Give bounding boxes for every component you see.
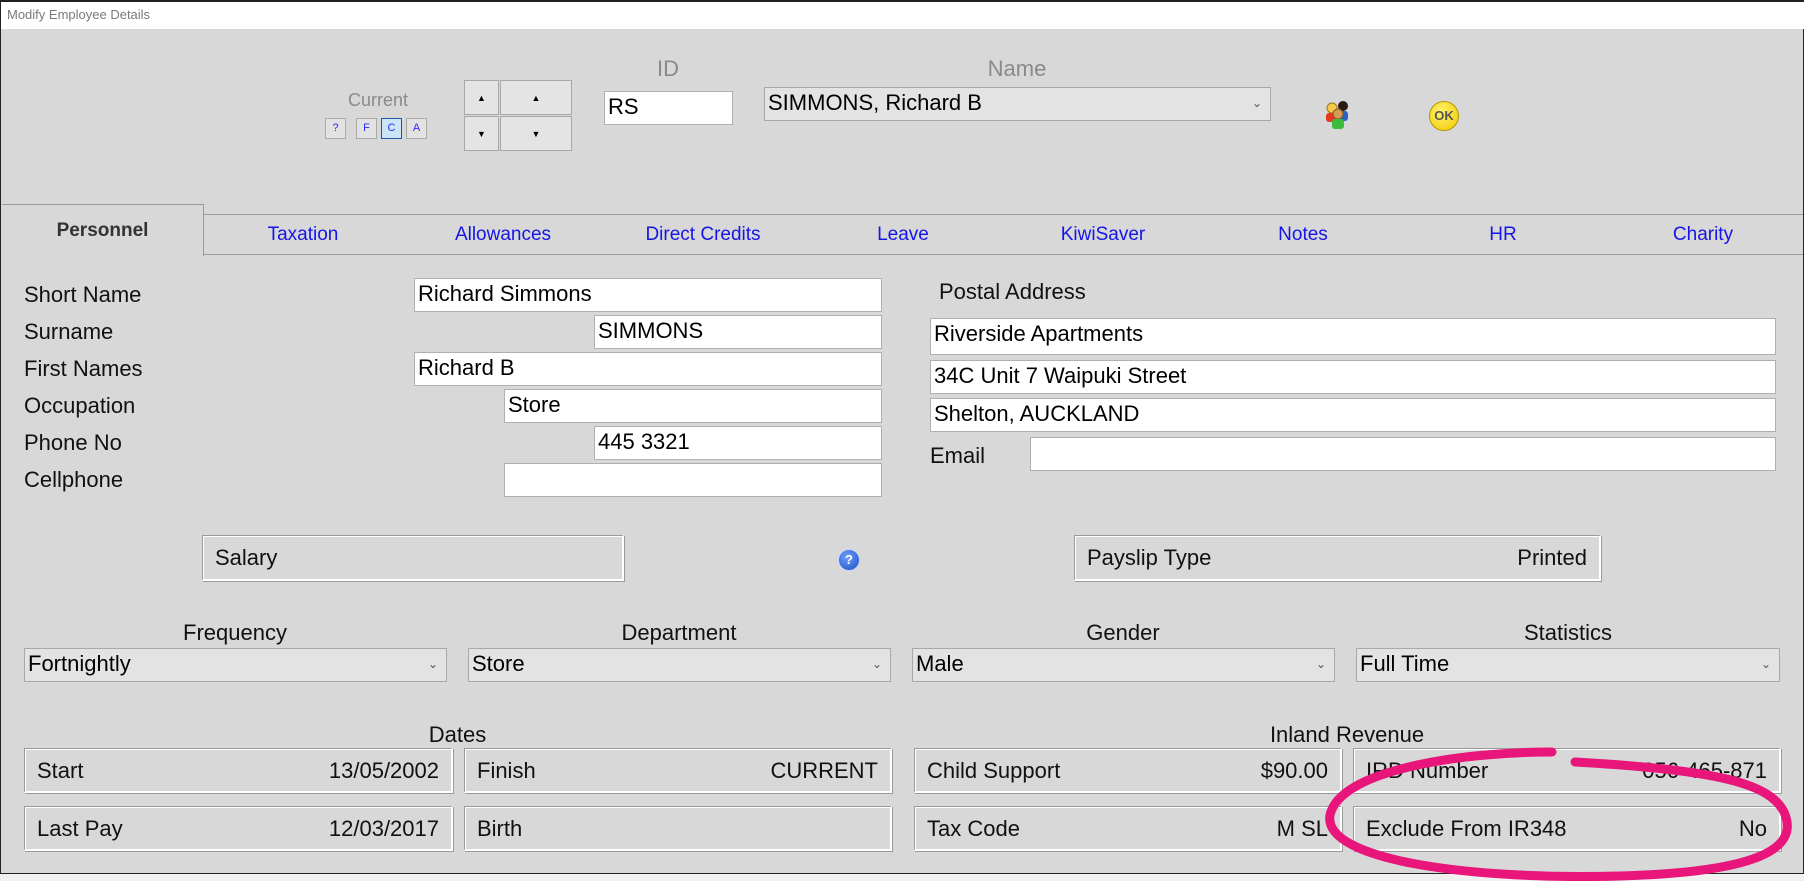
tab-notes[interactable]: Notes (1203, 224, 1403, 246)
tab-kiwisaver[interactable]: KiwiSaver (1003, 224, 1203, 246)
help-icon[interactable]: ? (838, 549, 860, 571)
child-support-value: $90.00 (1260, 758, 1328, 783)
salary-field[interactable]: Salary (202, 535, 624, 581)
short-name-label: Short Name (24, 282, 142, 307)
window-title: Modify Employee Details (7, 7, 151, 22)
chevron-down-icon: ⌄ (1315, 657, 1326, 671)
id-label: ID (657, 56, 679, 81)
arrow-up-icon: ▲ (531, 92, 541, 103)
last-pay-date-value: 12/03/2017 (328, 816, 439, 841)
statistics-value: Full Time (1360, 651, 1450, 676)
phone-no-input[interactable]: 445 3321 (594, 426, 882, 460)
tab-charity[interactable]: Charity (1603, 224, 1803, 246)
payslip-type-label: Payslip Type (1087, 545, 1212, 570)
first-button[interactable]: ▲ (500, 80, 572, 115)
next-button[interactable]: ▼ (464, 116, 499, 151)
name-label: Name (987, 56, 1047, 81)
tab-taxation[interactable]: Taxation (203, 224, 403, 246)
gender-label: Gender (1086, 620, 1160, 645)
current-label: Current (347, 90, 409, 110)
gender-value: Male (916, 651, 964, 676)
last-button[interactable]: ▼ (500, 116, 572, 151)
title-bar: Modify Employee Details (1, 0, 1804, 29)
department-value: Store (472, 651, 525, 676)
frequency-label: Frequency (183, 620, 287, 645)
start-date-label: Start (37, 758, 84, 783)
postal-address-label: Postal Address (939, 279, 1086, 304)
tax-code-label: Tax Code (927, 816, 1020, 841)
tab-leave[interactable]: Leave (803, 224, 1003, 246)
tab-direct-credits[interactable]: Direct Credits (603, 224, 803, 246)
payslip-type-value: Printed (1517, 545, 1587, 570)
ird-number-value: 056-465-871 (1642, 758, 1767, 783)
filter-button-finished[interactable]: F (356, 118, 377, 139)
id-input[interactable]: RS (604, 91, 733, 125)
tab-hr[interactable]: HR (1403, 224, 1603, 246)
exclude-from-ir348-value: No (1738, 816, 1767, 841)
cellphone-input[interactable] (504, 463, 882, 497)
occupation-label: Occupation (24, 393, 136, 418)
employee-name-dropdown[interactable]: SIMMONS, Richard B ⌄ (764, 87, 1271, 121)
first-names-label: First Names (24, 356, 143, 381)
salary-label: Salary (215, 545, 278, 570)
finish-date-value: CURRENT (770, 758, 878, 783)
finish-date-label: Finish (477, 758, 536, 783)
start-date-value: 13/05/2002 (328, 758, 439, 783)
gender-dropdown[interactable]: Male ⌄ (912, 648, 1335, 682)
birth-date-field[interactable]: Birth (464, 806, 892, 851)
employee-details-window: Modify Employee Details Current ? F C A … (0, 0, 1804, 874)
postal-address-line-1[interactable]: Riverside Apartments (930, 318, 1776, 355)
filter-button-current[interactable]: C (381, 118, 402, 139)
department-label: Department (621, 620, 737, 645)
occupation-input[interactable]: Store (504, 389, 882, 423)
first-names-input[interactable]: Richard B (414, 352, 882, 386)
tax-code-value: M SL (1276, 816, 1328, 841)
dates-label: Dates (428, 722, 487, 747)
chevron-down-icon: ⌄ (427, 657, 438, 671)
cellphone-label: Cellphone (24, 467, 124, 492)
payslip-type-field[interactable]: Payslip Type Printed (1074, 535, 1601, 581)
tax-code-field[interactable]: Tax Code M SL (914, 806, 1342, 851)
previous-button[interactable]: ▲ (464, 80, 499, 115)
frequency-dropdown[interactable]: Fortnightly ⌄ (24, 648, 447, 682)
email-label: Email (930, 443, 986, 468)
birth-date-label: Birth (477, 816, 523, 841)
tab-personnel[interactable]: Personnel (2, 204, 204, 256)
arrow-up-icon: ▲ (477, 92, 486, 103)
filter-button-unknown[interactable]: ? (325, 118, 346, 139)
statistics-dropdown[interactable]: Full Time ⌄ (1356, 648, 1780, 682)
ird-number-field[interactable]: IRD Number 056-465-871 (1353, 748, 1781, 793)
arrow-down-icon: ▼ (477, 128, 486, 139)
postal-address-line-3[interactable]: Shelton, AUCKLAND (930, 398, 1776, 432)
people-group-icon[interactable] (1323, 99, 1353, 131)
last-pay-date-label: Last Pay (37, 816, 123, 841)
chevron-down-icon: ⌄ (1760, 657, 1771, 671)
ok-button[interactable]: OK (1429, 101, 1459, 131)
last-pay-date-field[interactable]: Last Pay 12/03/2017 (24, 806, 453, 851)
short-name-input[interactable]: Richard Simmons (414, 278, 882, 312)
ird-number-label: IRD Number (1366, 758, 1489, 783)
finish-date-field[interactable]: Finish CURRENT (464, 748, 892, 793)
tab-allowances[interactable]: Allowances (403, 224, 603, 246)
chevron-down-icon: ⌄ (871, 657, 882, 671)
phone-no-label: Phone No (24, 430, 122, 455)
employee-name-value: SIMMONS, Richard B (768, 90, 982, 115)
email-input[interactable] (1030, 437, 1776, 471)
start-date-field[interactable]: Start 13/05/2002 (24, 748, 453, 793)
filter-button-all[interactable]: A (406, 118, 427, 139)
arrow-down-icon: ▼ (531, 128, 541, 139)
exclude-from-ir348-field[interactable]: Exclude From IR348 No (1353, 806, 1781, 851)
frequency-value: Fortnightly (28, 651, 131, 676)
child-support-field[interactable]: Child Support $90.00 (914, 748, 1342, 793)
chevron-down-icon: ⌄ (1251, 96, 1262, 110)
statistics-label: Statistics (1523, 620, 1613, 645)
inland-revenue-label: Inland Revenue (1269, 722, 1425, 747)
surname-label: Surname (24, 319, 114, 344)
exclude-from-ir348-label: Exclude From IR348 (1366, 816, 1567, 841)
department-dropdown[interactable]: Store ⌄ (468, 648, 891, 682)
surname-input[interactable]: SIMMONS (594, 315, 882, 349)
postal-address-line-2[interactable]: 34C Unit 7 Waipuki Street (930, 360, 1776, 394)
child-support-label: Child Support (927, 758, 1061, 783)
